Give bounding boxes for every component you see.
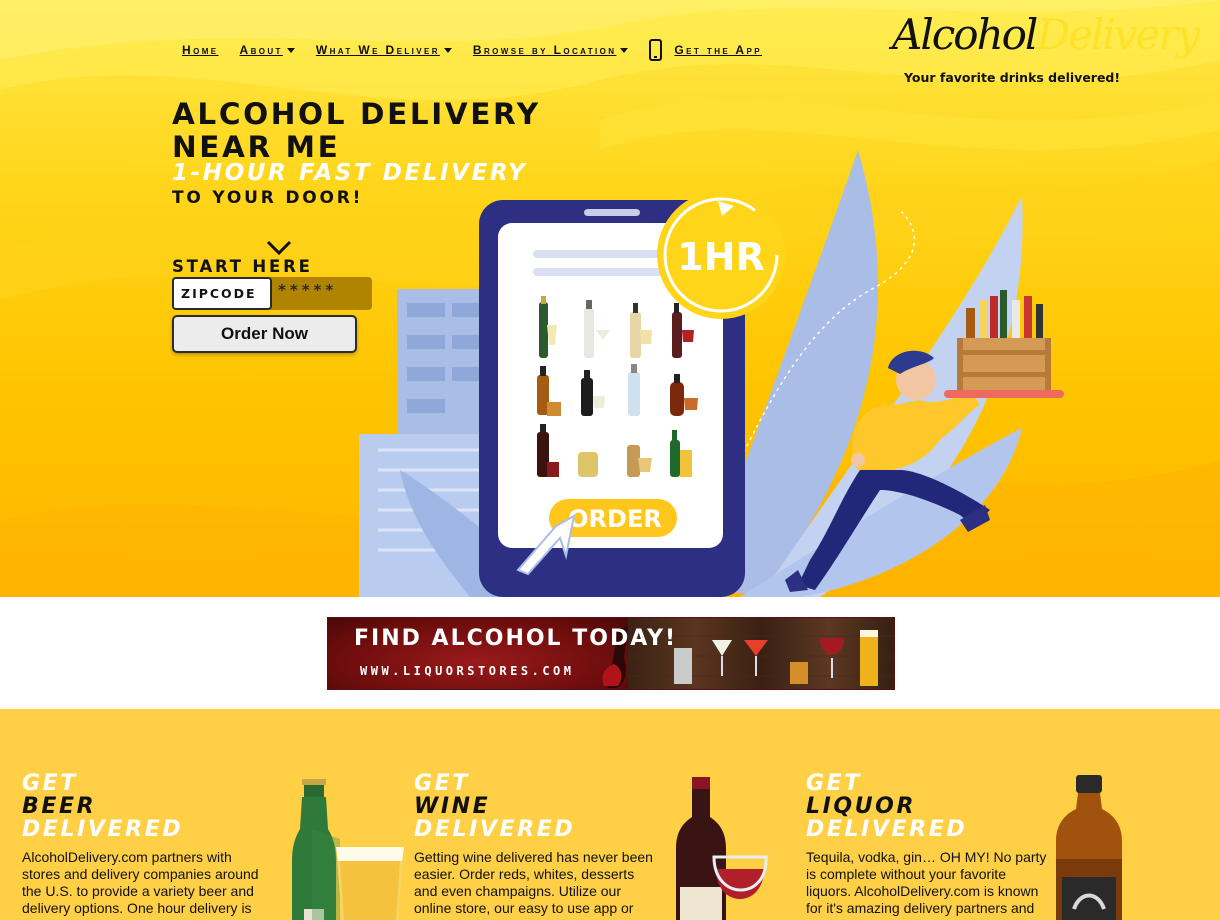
zipcode-input[interactable] <box>172 277 272 310</box>
hero-heading-line1: ALCOHOL DELIVERY <box>172 97 541 131</box>
phone-order-text: ORDER <box>568 505 662 533</box>
one-hour-text: 1HR <box>677 235 765 279</box>
category-heading: GET WINE DELIVERED <box>414 771 576 842</box>
zipcode-group: ***** <box>172 277 372 310</box>
hero-section: Home About What We Deliver Browse by Loc… <box>0 0 1220 597</box>
zipcode-mask: ***** <box>278 281 338 299</box>
ad-title: FIND ALCOHOL TODAY! <box>354 626 678 651</box>
category-wine: GET WINE DELIVERED Getting wine delivere… <box>414 709 806 920</box>
category-description: AlcoholDelivery.com partners with stores… <box>22 849 259 920</box>
category-beer: GET BEER DELIVERED AlcoholDelivery.com p… <box>22 709 414 920</box>
category-heading: GET BEER DELIVERED <box>22 771 184 842</box>
whiskey-bottle-icon <box>1056 775 1122 920</box>
hero-subheading: 1-HOUR FAST DELIVERY <box>172 160 528 186</box>
ad-section: FIND ALCOHOL TODAY! WWW.LIQUORSTORES.COM <box>0 597 1220 709</box>
hero-subheading-2: TO YOUR DOOR! <box>172 188 364 208</box>
beer-bottle-icon <box>292 779 404 920</box>
start-here-label: START HERE <box>172 257 313 276</box>
chevron-down-icon <box>266 240 292 256</box>
category-liquor: GET LIQUOR DELIVERED Tequila, vodka, gin… <box>806 709 1198 920</box>
categories-section: GET BEER DELIVERED AlcoholDelivery.com p… <box>0 709 1220 920</box>
liquorstores-ad-banner[interactable]: FIND ALCOHOL TODAY! WWW.LIQUORSTORES.COM <box>327 617 895 690</box>
category-description: Tequila, vodka, gin… OH MY! No party is … <box>806 849 1047 920</box>
serving-tray <box>944 390 1064 398</box>
wine-bottle-icon <box>676 777 768 920</box>
category-heading: GET LIQUOR DELIVERED <box>806 771 968 842</box>
order-now-button[interactable]: Order Now <box>172 315 357 353</box>
category-description: Getting wine delivered has never been ea… <box>414 849 653 920</box>
hero-heading: ALCOHOL DELIVERY NEAR ME <box>172 98 592 164</box>
ad-url: WWW.LIQUORSTORES.COM <box>360 664 575 678</box>
